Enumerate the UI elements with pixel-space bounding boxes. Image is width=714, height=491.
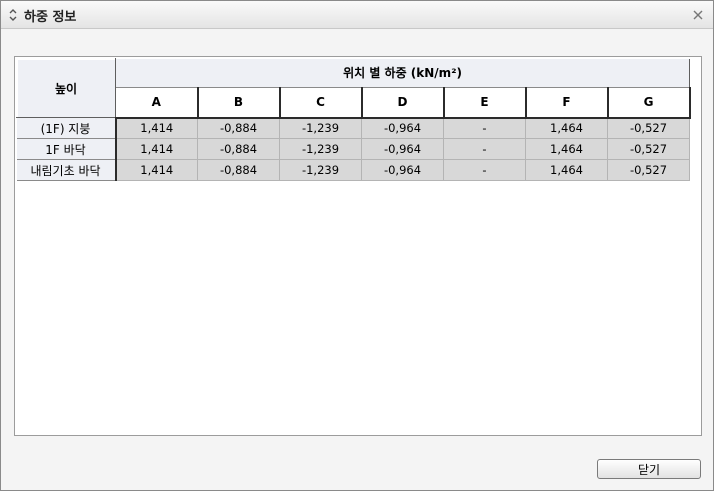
table-cell[interactable]: -0,884 (197, 117, 280, 139)
load-by-position-header: 위치 별 하중 (kN/m²) (115, 58, 690, 88)
load-table: 높이 위치 별 하중 (kN/m²) ABCDEFG (1F) 지붕 1,414-… (16, 58, 691, 181)
table-cell[interactable]: -0,884 (197, 138, 280, 160)
close-button[interactable]: 닫기 (597, 459, 701, 479)
table-cell[interactable]: - (443, 117, 526, 139)
table-cell[interactable]: -1,239 (279, 138, 362, 160)
column-header-f: F (525, 87, 609, 119)
column-header-b: B (197, 87, 281, 119)
table-cell[interactable]: 1,414 (115, 138, 198, 160)
chevron-up-down-icon (9, 9, 17, 21)
load-info-dialog: 하중 정보 높이 위치 별 하중 (kN/m²) ABCDEFG (1F) 지붕… (0, 0, 714, 491)
table-cell[interactable]: -0,884 (197, 159, 280, 181)
table-row[interactable]: (1F) 지붕 1,414 -0,884 -1,239 -0,964-1,464 -0,5… (16, 117, 690, 139)
table-row[interactable]: 내림기초 바닥 1,414 -0,884 -1,239 -0,964-1,464 -0,5… (16, 159, 690, 181)
load-table-body: (1F) 지붕 1,414 -0,884 -1,239 -0,964-1,464 -0,5… (16, 117, 690, 181)
table-cell[interactable]: -1,239 (279, 117, 362, 139)
column-header-d: D (361, 87, 445, 119)
table-cell[interactable]: -0,964 (361, 117, 444, 139)
load-table-panel: 높이 위치 별 하중 (kN/m²) ABCDEFG (1F) 지붕 1,414-… (14, 56, 702, 436)
column-header-g: G (607, 87, 691, 119)
close-icon[interactable] (692, 9, 704, 21)
table-cell[interactable]: 1,414 (115, 159, 198, 181)
column-header-c: C (279, 87, 363, 119)
height-column-header: 높이 (16, 58, 116, 118)
row-header: 1F 바닥 (16, 138, 117, 160)
table-cell[interactable]: 1,414 (115, 117, 198, 139)
dialog-title: 하중 정보 (24, 10, 77, 25)
table-cell[interactable]: - (443, 138, 526, 160)
row-header: (1F) 지붕 (16, 117, 117, 139)
table-cell[interactable]: -0,964 (361, 138, 444, 160)
table-cell[interactable]: 1,464 (525, 159, 608, 181)
title-bar[interactable]: 하중 정보 (1, 1, 713, 29)
column-header-e: E (443, 87, 527, 119)
table-cell[interactable]: -0,527 (607, 117, 690, 139)
table-cell[interactable]: -1,239 (279, 159, 362, 181)
table-cell[interactable]: -0,527 (607, 138, 690, 160)
column-header-a: A (115, 87, 199, 119)
table-cell[interactable]: 1,464 (525, 117, 608, 139)
column-header-row: ABCDEFG (17, 87, 691, 119)
table-cell[interactable]: - (443, 159, 526, 181)
table-cell[interactable]: -0,527 (607, 159, 690, 181)
row-header: 내림기초 바닥 (16, 159, 117, 181)
table-cell[interactable]: -0,964 (361, 159, 444, 181)
table-row[interactable]: 1F 바닥 1,414 -0,884 -1,239 -0,964-1,464 -0,527 (16, 138, 690, 160)
table-cell[interactable]: 1,464 (525, 138, 608, 160)
